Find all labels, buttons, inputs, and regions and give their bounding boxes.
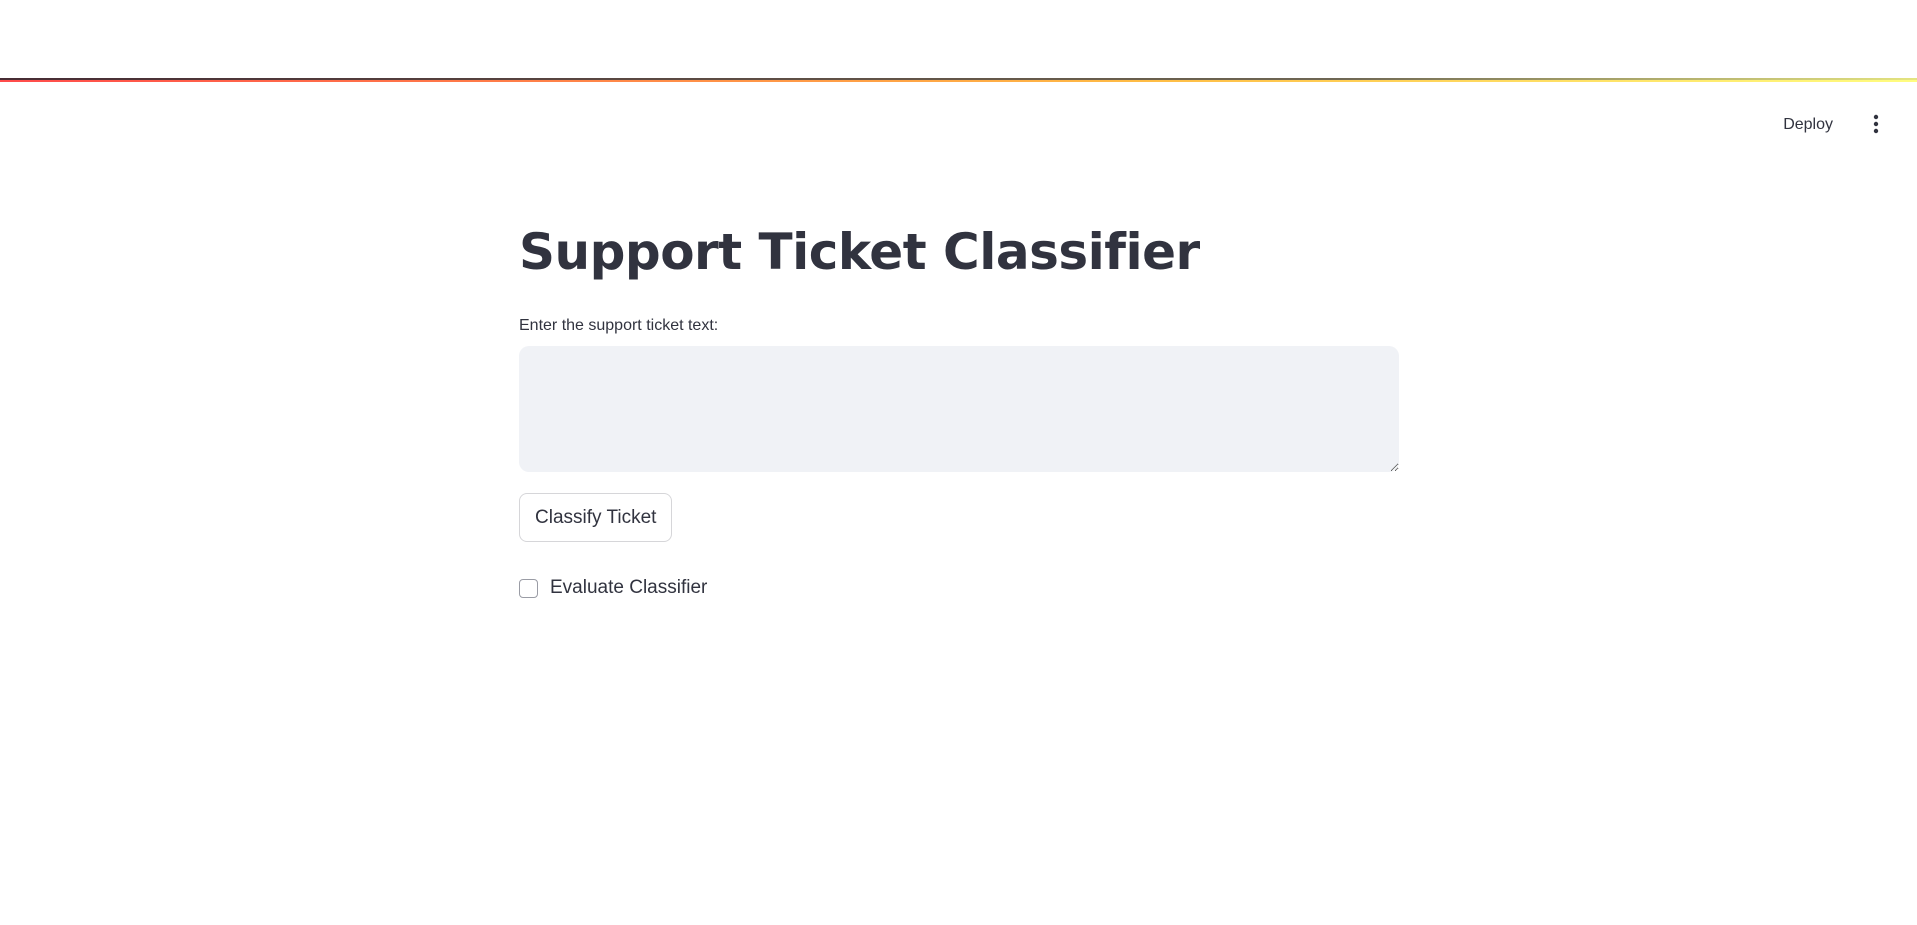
deploy-button[interactable]: Deploy	[1771, 110, 1845, 140]
ticket-textarea[interactable]	[519, 346, 1399, 472]
vertical-ellipsis-icon	[1873, 114, 1879, 137]
evaluate-classifier-label: Evaluate Classifier	[550, 577, 708, 598]
main-menu-button[interactable]	[1859, 108, 1893, 142]
checkbox-box[interactable]	[519, 578, 538, 598]
header-decoration-bar	[0, 78, 1917, 82]
ticket-input-label: Enter the support ticket text:	[519, 317, 719, 334]
evaluate-classifier-checkbox[interactable]: Evaluate Classifier	[519, 576, 707, 600]
top-toolbar: Deploy	[1771, 108, 1893, 142]
page-title: Support Ticket Classifier	[519, 223, 1200, 281]
classify-ticket-button[interactable]: Classify Ticket	[519, 493, 673, 542]
app-page: Deploy Support Ticket Classifier Enter t…	[0, 0, 1917, 925]
